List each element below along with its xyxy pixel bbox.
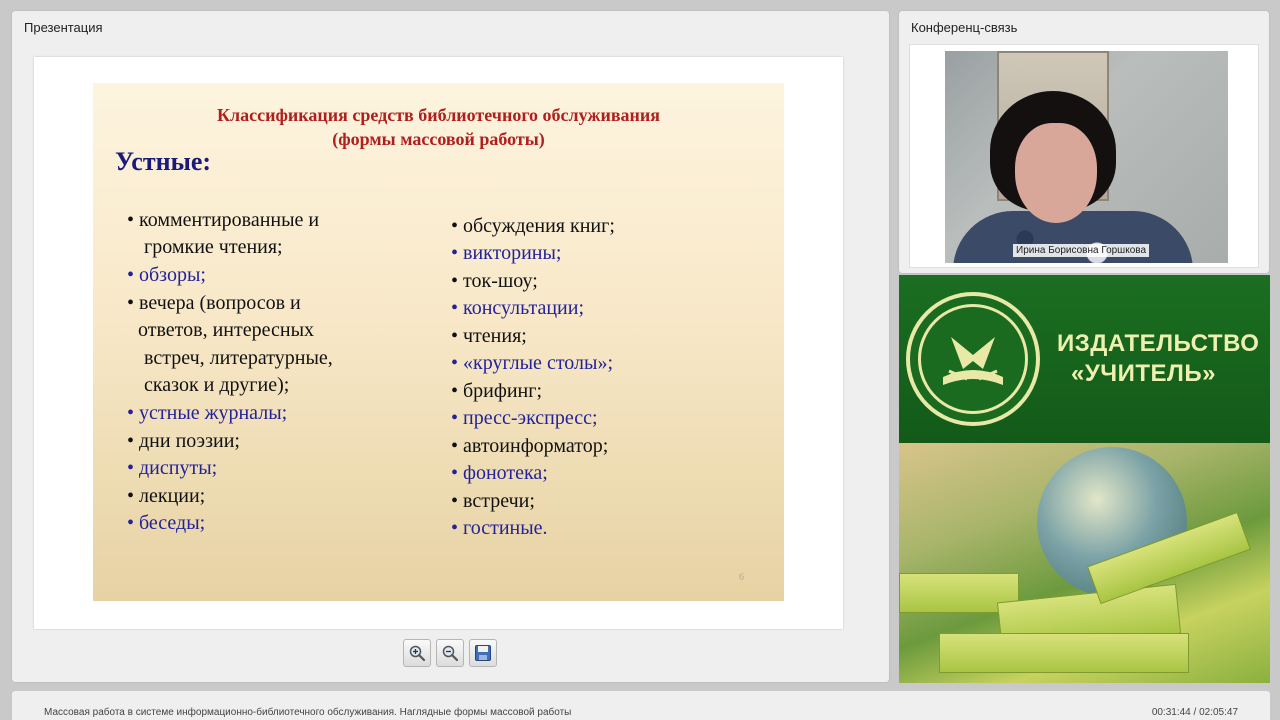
speaker-name-caption: Ирина Борисовна Горшкова [1013, 244, 1150, 257]
zoom-out-icon [442, 645, 459, 662]
list-item: встреч, литературные, [144, 347, 333, 369]
list-item: • «круглые столы»; [451, 352, 614, 374]
slide-title-line1: Классификация средств библиотечного обсл… [216, 105, 661, 125]
list-item: • обзоры; [127, 264, 206, 286]
list-item: • беседы; [127, 512, 206, 534]
status-bar: Массовая работа в системе информационно-… [12, 691, 1270, 720]
slide: Классификация средств библиотечного обсл… [93, 83, 784, 601]
book-icon [939, 633, 1189, 673]
slide-frame: Классификация средств библиотечного обсл… [34, 57, 843, 629]
banner-top: ИЗДАТЕЛЬСТВО «УЧИТЕЛЬ» [899, 275, 1270, 443]
save-button[interactable] [469, 639, 497, 667]
list-item: • гостиные. [451, 517, 548, 539]
list-item: • фонотека; [451, 462, 548, 484]
slide-heading: Устные: [115, 147, 212, 176]
banner-line2: «УЧИТЕЛЬ» [1071, 360, 1216, 387]
banner-line1: ИЗДАТЕЛЬСТВО [1057, 330, 1260, 357]
lecture-title: Массовая работа в системе информационно-… [44, 707, 572, 718]
list-item: • диспуты; [127, 457, 218, 479]
list-item: • устные журналы; [127, 402, 288, 424]
list-item: • обсуждения книг; [451, 215, 615, 237]
zoom-in-button[interactable] [403, 639, 431, 667]
zoom-in-icon [409, 645, 426, 662]
slide-page-number: 6 [739, 572, 744, 583]
publisher-banner: ИЗДАТЕЛЬСТВО «УЧИТЕЛЬ» [899, 275, 1270, 683]
list-item: сказок и другие); [144, 374, 290, 396]
list-item: • вечера (вопросов и [127, 292, 301, 314]
publisher-logo-icon [906, 292, 1040, 426]
list-item: ответов, интересных [138, 319, 315, 341]
conference-panel: Конференц-связь Ирина Борисовна Горшкова [899, 11, 1269, 273]
presentation-panel: Презентация Классификация средств библио… [12, 11, 889, 682]
save-icon [475, 645, 491, 661]
webcam-video[interactable]: Ирина Борисовна Горшкова [945, 51, 1228, 263]
list-item: • чтения; [451, 325, 527, 347]
playback-time: 00:31:44 / 02:05:47 [1151, 707, 1238, 718]
video-frame: Ирина Борисовна Горшкова [909, 44, 1259, 268]
list-item: • дни поэзии; [127, 430, 240, 452]
list-item: • консультации; [451, 297, 585, 319]
banner-image [899, 443, 1270, 683]
speaker-face [1015, 123, 1097, 223]
list-item: громкие чтения; [144, 236, 283, 258]
list-item: • автоинформатор; [451, 435, 609, 457]
list-item: • лекции; [127, 485, 206, 507]
list-item: • викторины; [451, 242, 562, 264]
list-item: • встречи; [451, 490, 535, 512]
presentation-title: Презентация [24, 20, 103, 35]
list-item: • комментированные и [127, 209, 320, 231]
conference-title: Конференц-связь [911, 20, 1018, 35]
list-item: • брифинг; [451, 380, 543, 402]
list-item: • пресс-экспресс; [451, 407, 598, 429]
list-item: • ток-шоу; [451, 270, 538, 292]
presentation-toolbar [403, 639, 497, 667]
zoom-out-button[interactable] [436, 639, 464, 667]
